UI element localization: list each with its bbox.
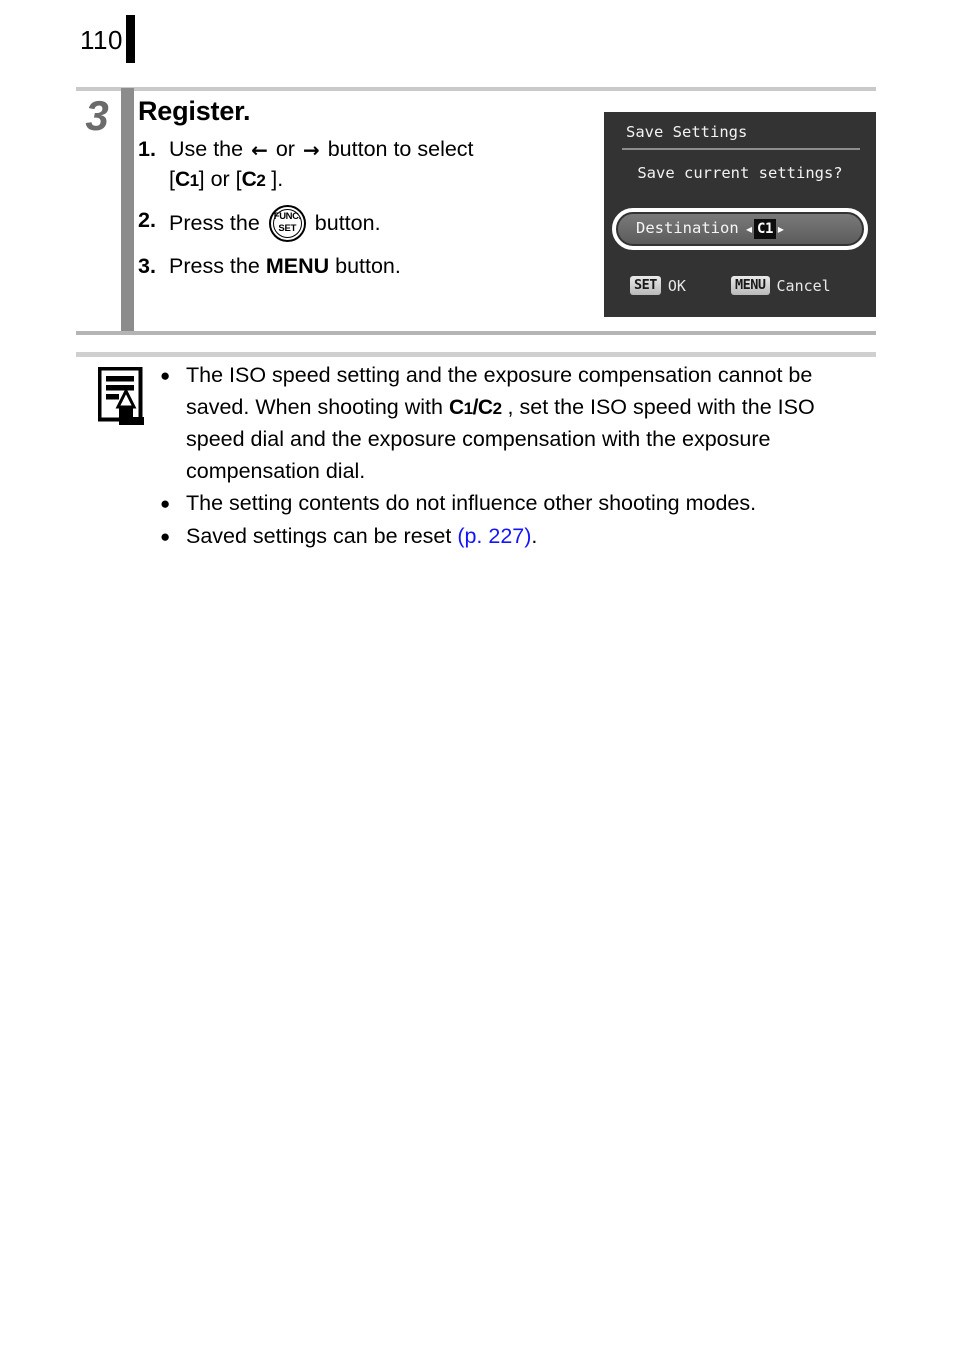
lcd-title: Save Settings (626, 123, 748, 141)
lcd-destination-value-group[interactable]: ◂ C1 ▸ (746, 219, 784, 239)
lcd-destination-row[interactable]: Destination ◂ C1 ▸ (618, 214, 862, 244)
bullet-dot-icon: ● (160, 526, 171, 546)
c1-letter: C (174, 168, 190, 191)
lcd-footer: SET OK MENU Cancel (604, 276, 876, 306)
func-set-bottom-label: SET (278, 223, 297, 234)
substep-list: 1. Use the ← or → button to select [C1] … (138, 134, 598, 281)
note-c1-number: 1 (463, 398, 473, 418)
substep-2-text-before: Press the (169, 211, 260, 235)
page-number: 110 (80, 25, 123, 55)
step-body: Register. 1. Use the ← or → button to se… (138, 90, 598, 290)
c1-mode-icon: C1 (175, 165, 199, 196)
step-title: Register. (138, 96, 251, 126)
substep-1-text-between: or (275, 137, 295, 161)
substep-1-text-before: Use the (169, 137, 244, 161)
c2-number: 2 (256, 171, 266, 190)
note-bullet-3: ● Saved settings can be reset (p. 227). (156, 521, 878, 553)
substep-1: 1. Use the ← or → button to select [C1] … (138, 134, 598, 196)
substep-1-line2: [C1] or [C2 ]. (169, 164, 598, 196)
note-c2-mode-icon: C2 (478, 392, 502, 425)
note-c2-number: 2 (492, 398, 502, 418)
note-3-seg1: Saved settings can be reset (186, 523, 458, 548)
menu-key-label: Cancel (776, 276, 831, 295)
bullet-dot-icon: ● (160, 366, 171, 385)
step-accent-bar (121, 88, 134, 331)
rule-mid-divider (76, 331, 876, 335)
substep-1-text-after: button to select (327, 137, 474, 161)
lcd-destination-label: Destination (636, 219, 739, 237)
page-reference-link[interactable]: (p. 227) (457, 524, 531, 548)
lcd-title-divider (622, 148, 860, 150)
page-header: 110 (0, 0, 954, 78)
lcd-question: Save current settings? (637, 164, 843, 182)
note-c2-letter: C (477, 395, 493, 419)
func-set-top-label: FUNC. (273, 211, 301, 222)
substep-3: 3. Press the MENU button. (138, 251, 598, 281)
menu-key-icon: MENU (731, 276, 770, 295)
bracket-mid: ] or [ (198, 167, 242, 191)
substep-2: 2. Press the FUNC. SET button. (138, 205, 598, 242)
step-number: 3 (85, 92, 109, 139)
substep-1-number: 1. (138, 137, 156, 161)
note-c1-mode-icon: C1 (449, 392, 473, 425)
note-bullet-1: ● The ISO speed setting and the exposure … (156, 360, 878, 487)
bracket-close: ]. (265, 167, 284, 191)
note-2-text: The setting contents do not influence ot… (186, 491, 757, 515)
substep-3-text-before: Press the (169, 254, 260, 278)
set-key-label: OK (667, 276, 686, 295)
substep-2-text-after: button. (314, 211, 381, 235)
lcd-right-arrow-icon[interactable]: ▸ (778, 223, 784, 235)
note-bullet-2: ● The setting contents do not influence o… (156, 488, 878, 520)
lcd-set-hint: SET OK (630, 276, 686, 295)
camera-lcd-screenshot: Save Settings Save current settings? Des… (604, 112, 876, 317)
right-arrow-icon: → (302, 138, 320, 162)
substep-2-number: 2. (138, 208, 156, 232)
note-c1-letter: C (448, 395, 464, 419)
note-3-seg2: . (531, 523, 538, 548)
c2-mode-icon: C2 (242, 165, 266, 196)
left-arrow-icon: ← (251, 138, 268, 162)
lcd-destination-value: C1 (754, 219, 776, 239)
substep-3-text-after: button. (335, 254, 401, 278)
bullet-dot-icon: ● (160, 494, 171, 513)
note-bullet-list: ● The ISO speed setting and the exposure … (156, 360, 878, 553)
substep-3-number: 3. (138, 254, 156, 278)
menu-button-label: MENU (265, 254, 330, 278)
lcd-menu-hint: MENU Cancel (731, 276, 831, 295)
c2-letter: C (241, 168, 257, 191)
set-key-icon: SET (630, 276, 661, 295)
c1-number: 1 (189, 171, 199, 190)
func-set-button-icon: FUNC. SET (268, 205, 306, 242)
note-pencil-icon (98, 367, 144, 425)
lcd-left-arrow-icon[interactable]: ◂ (746, 223, 752, 235)
page-tab-mark (126, 15, 135, 63)
rule-note-divider (76, 352, 876, 357)
